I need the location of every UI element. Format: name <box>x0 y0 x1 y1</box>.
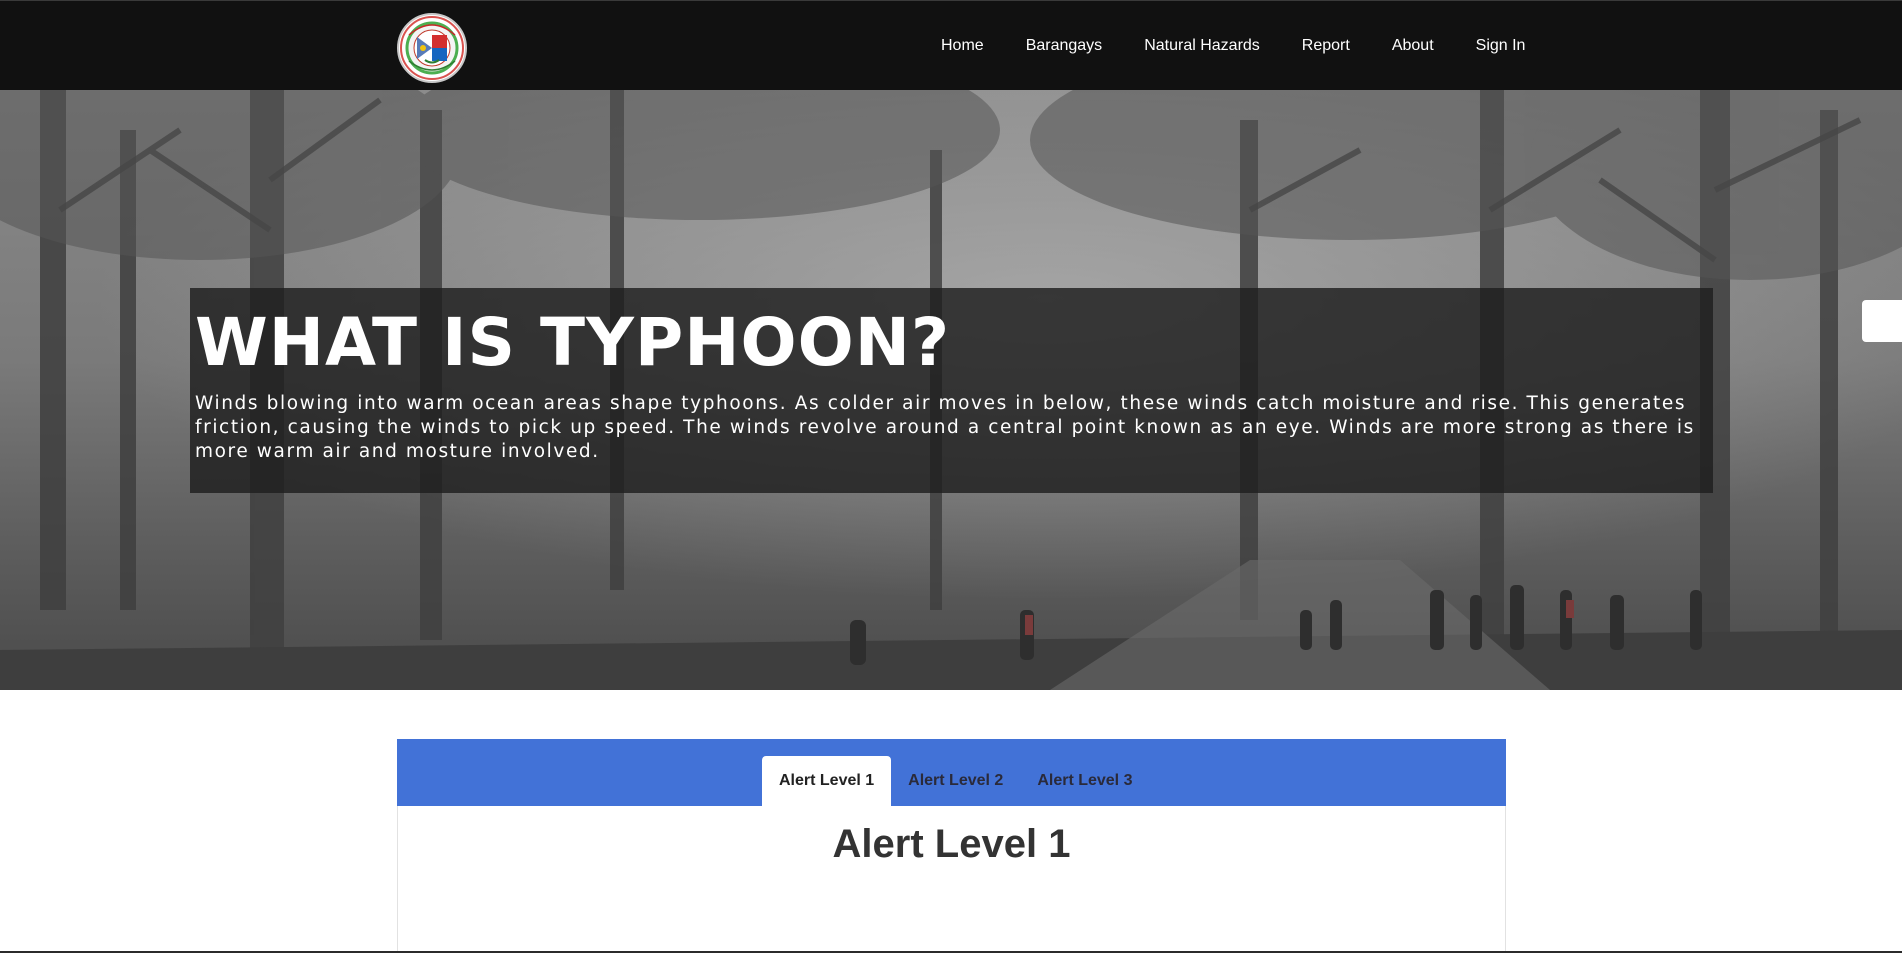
alert-level-tab-bar: Alert Level 1 Alert Level 2 Alert Level … <box>397 739 1506 806</box>
alert-level-tabs: Alert Level 1 Alert Level 2 Alert Level … <box>762 756 1149 806</box>
nav-about-link[interactable]: About <box>1371 1 1455 91</box>
tab-alert-level-3[interactable]: Alert Level 3 <box>1020 756 1149 806</box>
hero-banner: WHAT IS TYPHOON? Winds blowing into warm… <box>0 90 1902 690</box>
tab-alert-level-1[interactable]: Alert Level 1 <box>762 756 892 806</box>
nav-natural-hazards-link[interactable]: Natural Hazards <box>1123 1 1281 91</box>
hero-description: Winds blowing into warm ocean areas shap… <box>195 393 1695 462</box>
hero-text-box: WHAT IS TYPHOON? Winds blowing into warm… <box>190 288 1713 493</box>
panel-title: Alert Level 1 <box>832 822 1071 866</box>
side-feedback-tab[interactable] <box>1862 300 1902 342</box>
nav-sign-in-link[interactable]: Sign In <box>1455 1 1547 91</box>
site-logo[interactable] <box>397 13 467 83</box>
nav-home-link[interactable]: Home <box>920 1 1005 91</box>
nav-menu: Home Barangays Natural Hazards Report Ab… <box>920 1 1546 91</box>
hero-title: WHAT IS TYPHOON? <box>195 304 951 381</box>
nav-report-link[interactable]: Report <box>1281 1 1371 91</box>
nav-barangays-link[interactable]: Barangays <box>1005 1 1124 91</box>
alert-level-panel: Alert Level 1 <box>397 806 1506 953</box>
tab-alert-level-2[interactable]: Alert Level 2 <box>891 756 1020 806</box>
top-navbar: Home Barangays Natural Hazards Report Ab… <box>0 0 1902 90</box>
